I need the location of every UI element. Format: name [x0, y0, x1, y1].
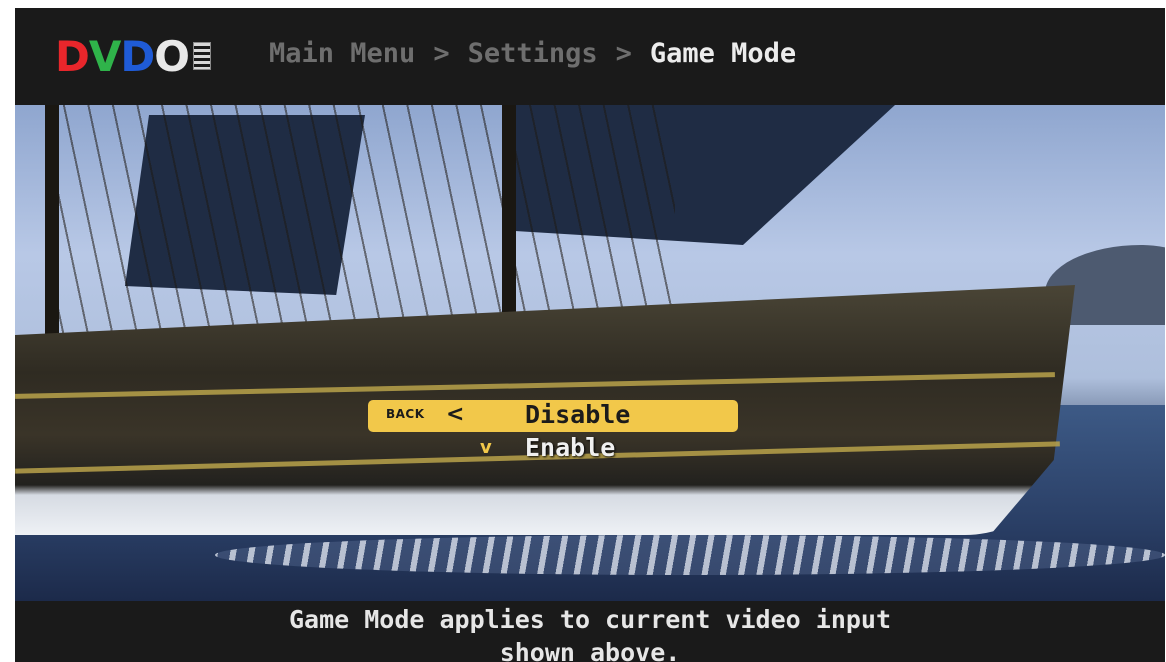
- breadcrumb-current-page: Game Mode: [649, 38, 797, 69]
- logo-letter-o: O: [154, 31, 190, 81]
- breadcrumb-separator: >: [615, 38, 632, 69]
- info-line-2: shown above.: [499, 638, 681, 662]
- option-label-enable: Enable: [525, 433, 616, 462]
- video-background: BACK < Disable v Enable: [15, 105, 1165, 601]
- mast-fore: [45, 105, 59, 365]
- info-text: Game Mode applies to current video input…: [15, 603, 1165, 662]
- ship-wake: [215, 535, 1165, 575]
- option-label-disable: Disable: [525, 400, 631, 429]
- logo-letter-d1: D: [55, 31, 90, 81]
- header-bar: D V D O Main Menu > Settings > Game Mode: [15, 8, 1165, 105]
- game-mode-menu: BACK < Disable v Enable: [368, 400, 738, 470]
- dvdo-logo: D V D O: [55, 31, 211, 81]
- osd-screen: D V D O Main Menu > Settings > Game Mode…: [15, 8, 1165, 662]
- back-chevron-icon[interactable]: <: [446, 402, 464, 427]
- breadcrumb-separator: >: [433, 38, 450, 69]
- logo-letter-v: V: [88, 31, 122, 81]
- breadcrumb: Main Menu > Settings > Game Mode: [269, 38, 796, 69]
- breadcrumb-main-menu[interactable]: Main Menu: [269, 38, 415, 69]
- menu-option-disable[interactable]: BACK < Disable: [368, 400, 738, 432]
- logo-mark-icon: [192, 42, 211, 70]
- menu-option-enable[interactable]: v Enable: [368, 433, 738, 465]
- info-line-1: Game Mode applies to current video input: [288, 605, 892, 634]
- breadcrumb-settings[interactable]: Settings: [468, 38, 598, 69]
- logo-letter-d2: D: [120, 31, 155, 81]
- chevron-down-icon: v: [480, 437, 492, 458]
- back-label[interactable]: BACK: [386, 407, 425, 421]
- footer-bar: Game Mode applies to current video input…: [15, 601, 1165, 662]
